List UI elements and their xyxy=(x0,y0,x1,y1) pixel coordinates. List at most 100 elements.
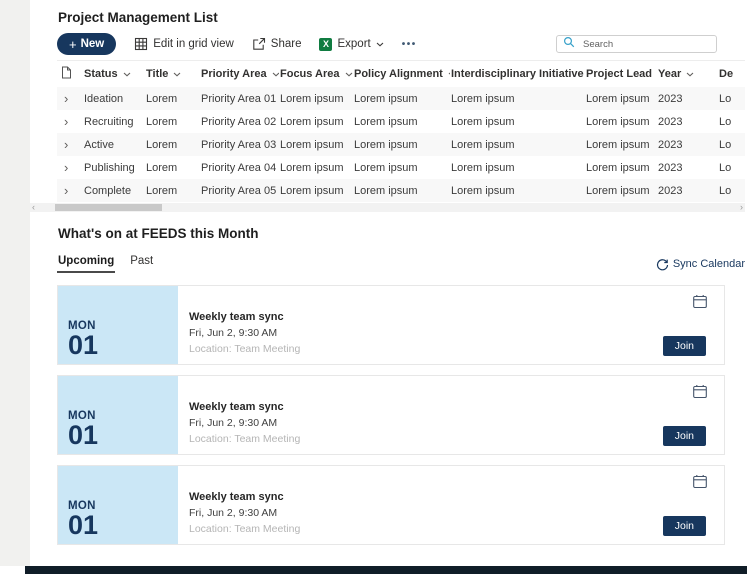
join-button[interactable]: Join xyxy=(663,516,706,536)
table-cell: Lorem ipsum xyxy=(353,87,450,110)
edit-grid-view-button[interactable]: Edit in grid view xyxy=(134,37,234,51)
event-details: Weekly team sync Fri, Jun 2, 9:30 AM Loc… xyxy=(178,466,300,544)
row-expand-chevron-icon[interactable]: › xyxy=(57,156,83,179)
table-cell: Lorem ipsum xyxy=(585,179,657,202)
tab-upcoming[interactable]: Upcoming xyxy=(57,255,115,273)
table-cell: Publishing xyxy=(83,156,145,179)
share-label: Share xyxy=(271,38,302,50)
tab-past[interactable]: Past xyxy=(129,255,154,273)
column-header-label: Policy Alignment xyxy=(354,68,443,80)
column-header-policy-alignment[interactable]: Policy Alignment xyxy=(353,61,450,87)
scrollbar-thumb[interactable] xyxy=(55,204,162,211)
event-day-number: 01 xyxy=(68,512,178,539)
table-cell: Lorem ipsum xyxy=(585,87,657,110)
column-header-project-lead[interactable]: Project Lead xyxy=(585,61,657,87)
table-row[interactable]: ›ActiveLoremPriority Area 03Lorem ipsumL… xyxy=(57,133,745,156)
project-list-table: StatusTitlePriority AreaFocus Area Policy… xyxy=(57,60,745,202)
column-header-label: De xyxy=(719,68,733,80)
table-cell: Lorem ipsum xyxy=(450,87,585,110)
row-expand-chevron-icon[interactable]: › xyxy=(57,110,83,133)
scroll-right-arrow[interactable]: › xyxy=(740,203,743,212)
table-cell: Lorem ipsum xyxy=(279,179,353,202)
column-header-year[interactable]: Year xyxy=(657,61,718,87)
table-cell: Lorem ipsum xyxy=(279,87,353,110)
table-cell: Complete xyxy=(83,179,145,202)
table-row[interactable]: ›IdeationLoremPriority Area 01Lorem ipsu… xyxy=(57,87,745,110)
column-header-status[interactable]: Status xyxy=(83,61,145,87)
search-box[interactable] xyxy=(556,35,717,53)
event-datetime: Fri, Jun 2, 9:30 AM xyxy=(189,507,300,519)
scroll-left-arrow[interactable]: ‹ xyxy=(32,203,35,212)
table-cell: 2023 xyxy=(657,110,718,133)
table-cell: Lo xyxy=(718,87,745,110)
table-cell: 2023 xyxy=(657,156,718,179)
table-row[interactable]: ›RecruitingLoremPriority Area 02Lorem ip… xyxy=(57,110,745,133)
new-button-label: New xyxy=(81,38,105,50)
table-cell: Lorem xyxy=(145,156,200,179)
event-title: Weekly team sync xyxy=(189,401,300,413)
bottom-bar xyxy=(25,566,747,574)
row-expand-chevron-icon[interactable]: › xyxy=(57,179,83,202)
table-row[interactable]: ›PublishingLoremPriority Area 04Lorem ip… xyxy=(57,156,745,179)
event-location: Location: Team Meeting xyxy=(189,523,300,535)
table-cell: Lorem ipsum xyxy=(450,156,585,179)
table-header-row: StatusTitlePriority AreaFocus Area Policy… xyxy=(57,61,745,87)
event-title: Weekly team sync xyxy=(189,491,300,503)
table-cell: Active xyxy=(83,133,145,156)
table-cell: Lorem xyxy=(145,110,200,133)
search-input[interactable] xyxy=(581,38,710,51)
share-icon xyxy=(252,37,266,51)
event-date-block: MON 01 xyxy=(58,376,178,454)
export-button[interactable]: X Export xyxy=(319,38,383,51)
column-header-focus-area[interactable]: Focus Area xyxy=(279,61,353,87)
event-location: Location: Team Meeting xyxy=(189,433,300,445)
sync-calendar-label: Sync Calendar xyxy=(673,258,745,270)
table-cell: Recruiting xyxy=(83,110,145,133)
event-day-number: 01 xyxy=(68,422,178,449)
event-card: MON 01 Weekly team sync Fri, Jun 2, 9:30… xyxy=(57,465,725,545)
table-cell: Lorem xyxy=(145,87,200,110)
table-cell: Lorem xyxy=(145,133,200,156)
column-header-priority-area[interactable]: Priority Area xyxy=(200,61,279,87)
page-title: Project Management List xyxy=(58,10,745,26)
column-header-interdisciplinary-initiative[interactable]: Interdisciplinary Initiative xyxy=(450,61,585,87)
calendar-icon[interactable] xyxy=(692,384,708,399)
event-day-number: 01 xyxy=(68,332,178,359)
table-cell: Lo xyxy=(718,133,745,156)
event-details: Weekly team sync Fri, Jun 2, 9:30 AM Loc… xyxy=(178,376,300,454)
table-cell: Priority Area 05 xyxy=(200,179,279,202)
grid-icon xyxy=(134,37,148,51)
event-cards-list: MON 01 Weekly team sync Fri, Jun 2, 9:30… xyxy=(57,285,725,545)
table-cell: Lo xyxy=(718,110,745,133)
table-cell: 2023 xyxy=(657,179,718,202)
join-button[interactable]: Join xyxy=(663,336,706,356)
new-button[interactable]: + New xyxy=(57,33,116,55)
row-expand-chevron-icon[interactable]: › xyxy=(57,87,83,110)
overflow-menu-button[interactable]: ••• xyxy=(402,39,417,50)
calendar-icon[interactable] xyxy=(692,294,708,309)
column-header-de[interactable]: De xyxy=(718,61,745,87)
calendar-icon[interactable] xyxy=(692,474,708,489)
sync-icon xyxy=(656,258,669,271)
join-button[interactable]: Join xyxy=(663,426,706,446)
events-tabs-row: Upcoming Past Sync Calendar xyxy=(57,255,745,273)
events-section-heading: What's on at FEEDS this Month xyxy=(58,226,745,242)
table-cell: Lorem ipsum xyxy=(585,110,657,133)
table-cell: Lorem ipsum xyxy=(279,156,353,179)
table-cell: 2023 xyxy=(657,133,718,156)
sync-calendar-button[interactable]: Sync Calendar xyxy=(656,258,745,271)
column-header-title[interactable]: Title xyxy=(145,61,200,87)
table-cell: Lorem ipsum xyxy=(450,110,585,133)
table-cell: Lorem ipsum xyxy=(279,110,353,133)
column-header-label: Year xyxy=(658,68,681,80)
table-cell: Lorem xyxy=(145,179,200,202)
table-cell: Ideation xyxy=(83,87,145,110)
column-header-label: Focus Area xyxy=(280,68,340,80)
event-datetime: Fri, Jun 2, 9:30 AM xyxy=(189,327,300,339)
chevron-down-icon xyxy=(376,42,384,47)
share-button[interactable]: Share xyxy=(252,37,302,51)
table-row[interactable]: ›CompleteLoremPriority Area 05Lorem ipsu… xyxy=(57,179,745,202)
search-icon xyxy=(563,35,575,53)
horizontal-scrollbar[interactable]: ‹ › xyxy=(30,203,745,212)
row-expand-chevron-icon[interactable]: › xyxy=(57,133,83,156)
